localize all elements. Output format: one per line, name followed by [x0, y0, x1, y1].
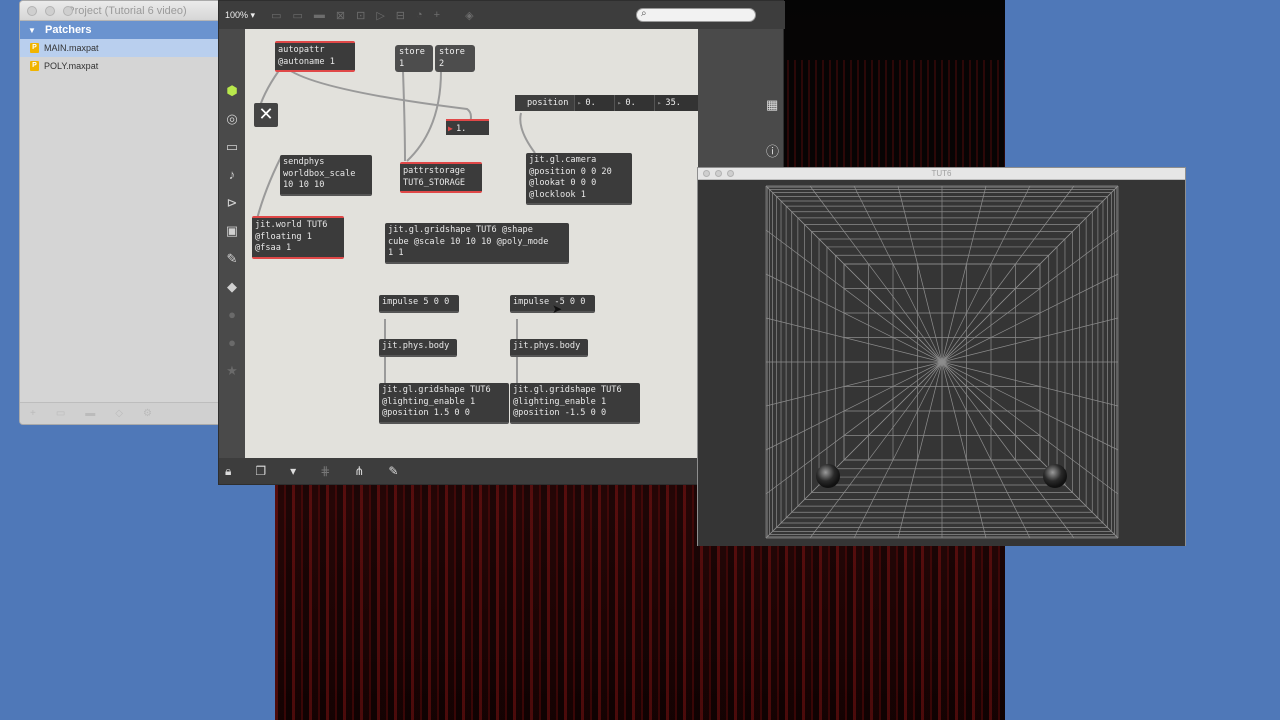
jit-gl-gridshape-cube-object[interactable]: jit.gl.gridshape TUT6 @shape cube @scale… — [385, 223, 569, 264]
file-item-main[interactable]: P MAIN.maxpat — [20, 39, 234, 57]
position-x-number[interactable]: 0. — [575, 95, 616, 111]
message-icon[interactable]: ▭ — [292, 9, 302, 22]
paperclip-icon[interactable]: ✎ — [224, 249, 240, 268]
disclosure-triangle-icon[interactable]: ▼ — [28, 26, 36, 35]
number-box[interactable]: ▶ 1. — [446, 119, 489, 135]
add-icon[interactable]: + — [30, 408, 36, 419]
project-title: Project (Tutorial 6 video) — [67, 5, 187, 17]
impulse-left-object[interactable]: impulse 5 0 0 — [379, 295, 459, 313]
image-icon[interactable]: ▣ — [224, 221, 240, 240]
position-z-number[interactable]: 35. — [655, 95, 698, 111]
search-icon: ⌕ — [641, 8, 647, 19]
pattrstorage-object[interactable]: pattrstorage TUT6_STORAGE — [400, 162, 482, 193]
jit-phys-body-left-object[interactable]: jit.phys.body — [379, 339, 457, 357]
project-bottom-toolbar: + ▭ ▬ ◇ ⚙ — [20, 402, 234, 424]
file-item-poly[interactable]: P POLY.maxpat — [20, 57, 234, 75]
star-icon[interactable]: ★ — [224, 361, 240, 380]
zoom-window-button[interactable] — [727, 170, 734, 177]
play-step-icon[interactable]: ⊳ — [224, 193, 240, 212]
mouse-cursor-icon: ➤ — [552, 302, 563, 316]
file-name: POLY.maxpat — [44, 61, 99, 71]
number-arrow-icon: ▶ — [448, 124, 453, 133]
gl-render-view — [698, 180, 1185, 546]
number-icon[interactable]: ⊡ — [356, 9, 365, 22]
jit-world-object[interactable]: jit.world TUT6 @floating 1 @fsaa 1 — [252, 216, 344, 259]
puzzle-icon[interactable]: ◆ — [224, 277, 240, 296]
group-label: Patchers — [44, 24, 92, 36]
folder-icon[interactable]: ▬ — [85, 408, 95, 419]
dial-icon[interactable]: ◔ — [416, 9, 423, 22]
keyboard-icon[interactable]: ▭ — [224, 137, 240, 156]
object-palette-sidebar: ⬢ ◎ ▭ ♪ ⊳ ▣ ✎ ◆ ● ● ★ — [219, 81, 245, 401]
patcher-toolbar: 100% ▾ ▭ ▭ ▬ ⊠ ⊡ ▷ ⊟ ◔ + ◈ ⌕ — [219, 1, 785, 29]
zoom-selector[interactable]: 100% ▾ — [225, 10, 255, 21]
jit-gl-camera-object[interactable]: jit.gl.camera @position 0 0 20 @lookat 0… — [526, 153, 632, 205]
patcher-file-icon: P — [30, 61, 39, 71]
cube-wireframe — [765, 185, 1119, 539]
play-icon[interactable]: ▷ — [376, 9, 384, 22]
position-pak[interactable]: position 0. 0. 35. — [515, 95, 698, 111]
toolbar-icons: ▭ ▭ ▬ ⊠ ⊡ ▷ ⊟ ◔ + ◈ — [271, 9, 474, 22]
layers-icon[interactable]: ◇ — [115, 408, 123, 419]
zoom-window-button[interactable] — [63, 6, 73, 16]
presentation-icon[interactable]: ❐ — [255, 464, 266, 478]
store-1-message[interactable]: store 1 — [395, 45, 433, 72]
patcher-canvas[interactable]: autopattr @autoname 1 store 1 store 2 ✕ … — [245, 29, 698, 460]
sphere-right — [1043, 464, 1067, 488]
close-window-button[interactable] — [27, 6, 37, 16]
info-icon[interactable]: ⓘ — [766, 141, 779, 160]
minimize-window-button[interactable] — [45, 6, 55, 16]
search-input[interactable]: ⌕ — [636, 8, 756, 22]
inspector-sidebar: ▦ ⓘ — [766, 97, 779, 160]
position-y-number[interactable]: 0. — [615, 95, 656, 111]
jit-gl-gridshape-left-object[interactable]: jit.gl.gridshape TUT6 @lighting_enable 1… — [379, 383, 509, 424]
window-controls — [27, 6, 73, 16]
eraser-icon[interactable]: ◈ — [465, 9, 473, 22]
patchers-group-header[interactable]: ▼ Patchers — [20, 21, 234, 39]
render-title: TUT6 — [931, 169, 952, 178]
new-object-icon[interactable]: ▭ — [271, 9, 281, 22]
slider-icon[interactable]: ⊟ — [396, 9, 405, 22]
target-icon[interactable]: ◎ — [224, 109, 240, 128]
sphere-left — [816, 464, 840, 488]
cube-icon[interactable]: ⬢ — [224, 81, 240, 100]
window-controls — [703, 170, 734, 177]
grid-icon[interactable]: ⋕ — [320, 464, 330, 478]
minimize-window-button[interactable] — [715, 170, 722, 177]
plus-icon[interactable]: + — [434, 9, 440, 22]
render-titlebar[interactable]: TUT6 — [698, 168, 1185, 180]
comment-icon[interactable]: ▾ — [290, 464, 296, 478]
toggle-icon[interactable]: ⊠ — [336, 9, 345, 22]
store-2-message[interactable]: store 2 — [435, 45, 475, 72]
autopattr-object[interactable]: autopattr @autoname 1 — [275, 41, 355, 72]
lock-icon[interactable]: 🔒︎ — [225, 464, 231, 479]
patcher-file-icon: P — [30, 43, 39, 53]
jit-gl-gridshape-right-object[interactable]: jit.gl.gridshape TUT6 @lighting_enable 1… — [510, 383, 640, 424]
position-label: position — [515, 95, 576, 111]
circle-icon[interactable]: ● — [224, 333, 240, 352]
jit-phys-body-right-object[interactable]: jit.phys.body — [510, 339, 588, 357]
network-icon[interactable]: ⋔ — [354, 464, 364, 478]
comment-bubble-icon[interactable]: ▬ — [314, 9, 325, 22]
close-button[interactable]: ✕ — [254, 103, 278, 127]
render-window: TUT6 — [697, 167, 1186, 546]
circle-icon[interactable]: ● — [224, 305, 240, 324]
comment-icon[interactable]: ▭ — [56, 408, 65, 419]
project-titlebar[interactable]: Project (Tutorial 6 video) — [20, 1, 234, 21]
note-icon[interactable]: ♪ — [224, 165, 240, 184]
project-window: Project (Tutorial 6 video) ▼ Patchers P … — [19, 0, 235, 425]
sendphys-object[interactable]: sendphys worldbox_scale 10 10 10 — [280, 155, 372, 196]
close-window-button[interactable] — [703, 170, 710, 177]
wrench-icon[interactable]: ✎ — [388, 464, 398, 478]
settings-icon[interactable]: ⚙ — [143, 408, 152, 419]
file-name: MAIN.maxpat — [44, 43, 99, 53]
grid-icon[interactable]: ▦ — [766, 97, 779, 113]
